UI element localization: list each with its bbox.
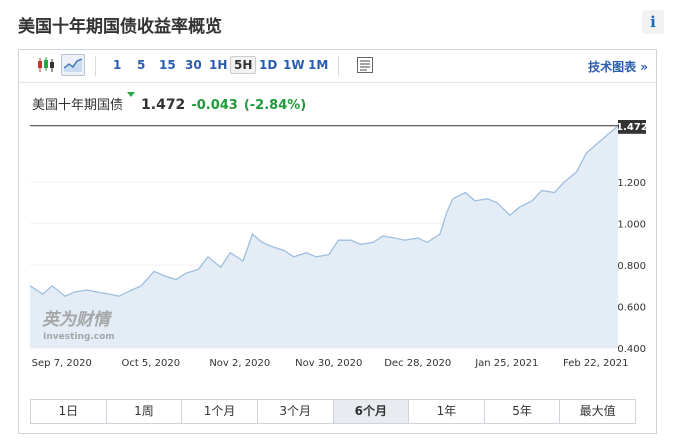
period-3m[interactable]: 3个月	[257, 400, 334, 423]
timeframe-1m[interactable]: 1M	[305, 57, 331, 73]
technical-chart-link[interactable]: 技术图表 »	[588, 58, 648, 75]
page-title: 美国十年期国债收益率概览	[18, 17, 222, 37]
price-change-percent: (-2.84%)	[243, 98, 307, 113]
chart-toolbar: 1 5 15 30 1H 5H 1D 1W 1M 技术图表 »	[19, 50, 656, 83]
x-tick-label: Feb 22, 2021	[563, 358, 628, 369]
timeframe-30[interactable]: 30	[182, 57, 205, 73]
y-tick-label: 1.000	[617, 220, 646, 231]
x-tick-label: Dec 28, 2020	[384, 358, 451, 369]
toolbar-divider	[338, 56, 339, 76]
period-1y[interactable]: 1年	[409, 400, 485, 423]
price-change: -0.043	[191, 98, 238, 113]
timeframe-5[interactable]: 5	[134, 57, 148, 73]
quote-header: 美国十年期国债 1.472 -0.043 (-2.84%)	[32, 92, 307, 114]
y-tick-label: 0.600	[617, 303, 646, 314]
instrument-name: 美国十年期国债	[32, 98, 124, 113]
watermark-brand: 英为财情	[41, 310, 113, 330]
watermark-site: Investing.com	[43, 332, 115, 342]
period-6m[interactable]: 6个月	[333, 400, 410, 423]
area-chart-icon[interactable]	[61, 54, 85, 76]
series-area	[30, 125, 618, 348]
last-price: 1.472	[141, 97, 186, 113]
timeframe-15[interactable]: 15	[156, 57, 179, 73]
timeframe-1w[interactable]: 1W	[280, 57, 308, 73]
x-tick-label: Jan 25, 2021	[474, 358, 538, 369]
timeframe-1d[interactable]: 1D	[256, 57, 280, 73]
timeframe-1[interactable]: 1	[110, 57, 124, 73]
period-1w[interactable]: 1周	[106, 400, 183, 423]
y-tick-label: 0.400	[617, 344, 646, 355]
info-button[interactable]: i	[642, 10, 664, 34]
period-1d[interactable]: 1日	[31, 400, 107, 423]
flag-down-icon	[127, 92, 136, 97]
y-tick-label: 1.200	[617, 178, 646, 189]
period-selector: 1日 1周 1个月 3个月 6个月 1年 5年 最大值	[30, 399, 636, 424]
x-tick-label: Oct 5, 2020	[121, 358, 180, 369]
y-tick-label: 0.800	[617, 261, 646, 272]
timeframe-1h[interactable]: 1H	[206, 57, 230, 73]
x-tick-label: Sep 7, 2020	[32, 358, 92, 369]
period-1m[interactable]: 1个月	[182, 400, 258, 423]
timeframe-5h[interactable]: 5H	[230, 56, 257, 74]
period-5y[interactable]: 5年	[484, 400, 561, 423]
x-tick-label: Nov 2, 2020	[209, 358, 270, 369]
settings-icon[interactable]	[356, 56, 374, 74]
last-value-label: 1.472	[616, 122, 646, 133]
candlestick-icon[interactable]	[36, 55, 58, 75]
x-tick-label: Nov 30, 2020	[295, 358, 362, 369]
yield-chart[interactable]: 1.472 0.400 0.600 0.800 1.000 1.200 Sep 7, 202…	[30, 120, 646, 370]
toolbar-divider	[95, 56, 96, 76]
period-max[interactable]: 最大值	[560, 400, 635, 423]
